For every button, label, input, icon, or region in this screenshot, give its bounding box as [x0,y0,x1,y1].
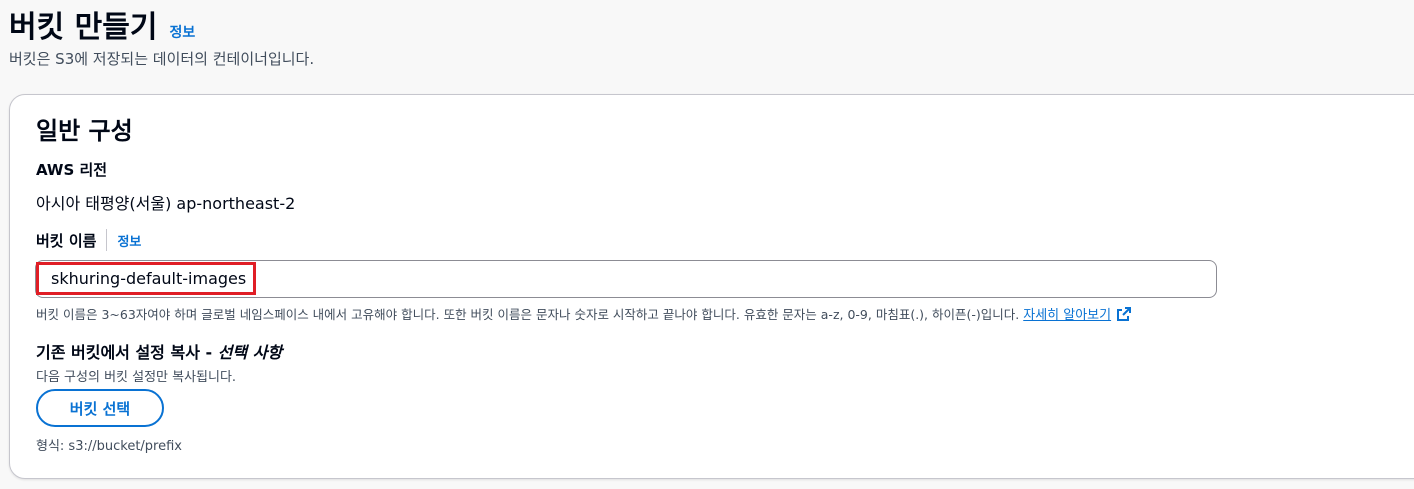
copy-settings-description: 다음 구성의 버킷 설정만 복사됩니다. [36,370,237,385]
label-divider [106,229,108,251]
constraint-text: 버킷 이름은 3~63자여야 하며 글로벌 네임스페이스 내에서 고유해야 합니… [36,307,1020,322]
copy-settings-label: 기존 버킷에서 설정 복사 - 선택 사항 [36,339,282,363]
bucket-name-label: 버킷 이름 [36,231,97,250]
format-hint: 형식: s3://bucket/prefix [36,439,182,454]
bucket-name-input-value: skhuring-default-images [51,269,247,288]
bucket-name-input[interactable]: skhuring-default-images [35,260,1217,298]
copy-settings-label-main: 기존 버킷에서 설정 복사 - [36,343,218,362]
page-description: 버킷은 S3에 저장되는 데이터의 컨테이너입니다. [9,50,315,68]
external-link-icon[interactable] [1116,306,1132,322]
create-bucket-page: 버킷 만들기 정보 버킷은 S3에 저장되는 데이터의 컨테이너입니다. 일반 … [0,0,1414,489]
page-title: 버킷 만들기 [9,10,158,45]
copy-settings-optional: 선택 사항 [217,343,283,362]
learn-more-link[interactable]: 자세히 알아보기 [1023,304,1111,323]
page-header: 버킷 만들기 정보 [9,2,195,46]
general-config-panel: 일반 구성 AWS 리전 아시아 태평양(서울) ap-northeast-2 … [9,94,1414,479]
choose-bucket-button[interactable]: 버킷 선택 [36,389,164,427]
bucket-name-constraint: 버킷 이름은 3~63자여야 하며 글로벌 네임스페이스 내에서 고유해야 합니… [36,304,1132,323]
bucket-name-label-row: 버킷 이름 정보 [36,229,141,251]
region-label: AWS 리전 [36,161,108,179]
section-title: 일반 구성 [36,117,133,145]
bucket-name-info-link[interactable]: 정보 [117,231,141,250]
region-value: 아시아 태평양(서울) ap-northeast-2 [36,194,296,213]
header-info-link[interactable]: 정보 [169,22,195,42]
